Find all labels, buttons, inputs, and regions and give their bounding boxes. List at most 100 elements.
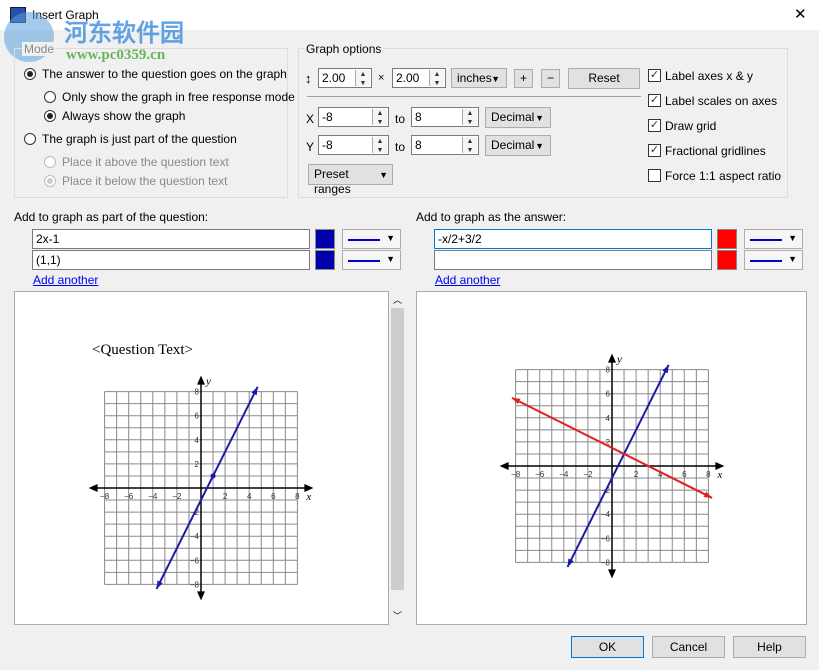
unit-value: inches [457, 71, 492, 85]
height-field[interactable]: 2.00 ▲ ▼ [392, 68, 446, 88]
question-preview-panel: <Question Text> xy−8−8−6−6−4−4−2−2224466… [14, 291, 389, 625]
answer-expression-field[interactable]: -x/2+3/2 [434, 229, 712, 249]
scroll-thumb[interactable] [391, 308, 404, 590]
line-style-preview [750, 239, 782, 241]
question-expression-field[interactable]: (1,1) [32, 250, 310, 270]
radio-label[interactable]: The answer to the question goes on the g… [42, 67, 287, 81]
y-tick-label: 4 [606, 414, 611, 423]
y-to-stepper[interactable]: ▲ ▼ [462, 137, 477, 154]
x-tick-label: −2 [583, 470, 593, 479]
x-range-label: X [306, 112, 315, 126]
radio-label: Place it above the question text [62, 155, 229, 169]
radio-button[interactable] [24, 68, 36, 80]
cancel-button[interactable]: Cancel [652, 636, 725, 658]
checkbox[interactable]: ✓ [648, 119, 661, 132]
x-tick-label: −4 [559, 470, 569, 479]
y-from-stepper[interactable]: ▲ ▼ [372, 137, 387, 154]
y-format-dropdown[interactable]: Decimal ▼ [485, 135, 551, 156]
checkbox-label[interactable]: Fractional gridlines [665, 144, 766, 158]
scrollbar[interactable]: ︿ ﹀ [390, 291, 405, 625]
ok-button[interactable]: OK [571, 636, 644, 658]
y-format-value: Decimal [491, 138, 535, 152]
x-from-value: -8 [322, 110, 333, 124]
x-tick-label: −8 [100, 492, 110, 501]
color-swatch[interactable] [717, 250, 737, 270]
x-tick-label: 6 [271, 492, 276, 501]
line-style-preview [348, 260, 380, 262]
color-swatch[interactable] [717, 229, 737, 249]
x-tick-label: 2 [634, 470, 639, 479]
y-tick-label: −4 [601, 510, 611, 519]
answer-add-another-link[interactable]: Add another [435, 273, 500, 287]
checkbox-label[interactable]: Label axes x & y [665, 69, 753, 83]
radio-label[interactable]: Only show the graph in free response mod… [62, 90, 295, 104]
chevron-down-icon: ▼ [386, 254, 395, 264]
checkbox[interactable]: ✓ [648, 144, 661, 157]
x-from-field[interactable]: -8 ▲ ▼ [318, 107, 389, 127]
color-swatch[interactable] [315, 250, 335, 270]
x-tick-label: −6 [124, 492, 134, 501]
x-from-stepper[interactable]: ▲ ▼ [372, 109, 387, 126]
checkbox[interactable]: ✓ [648, 94, 661, 107]
preset-ranges-value: Preset ranges [314, 167, 351, 196]
x-tick-label: 8 [295, 492, 300, 501]
watermark-text: 河东软件园 [64, 19, 184, 47]
x-to-field[interactable]: 8 ▲ ▼ [411, 107, 479, 127]
x-to-label: to [395, 112, 406, 126]
height-stepper[interactable]: ▲ ▼ [429, 70, 444, 87]
scroll-up-icon[interactable]: ︿ [393, 293, 402, 306]
mode-legend: Mode [22, 42, 57, 56]
chevron-down-icon: ▼ [535, 141, 544, 151]
zoom-in-button[interactable]: + [514, 69, 533, 88]
x-axis-label: x [716, 469, 722, 481]
color-swatch[interactable] [315, 229, 335, 249]
x-tick-label: 6 [682, 470, 687, 479]
chevron-down-icon: ▼ [788, 254, 797, 264]
chevron-down-icon: ▼ [535, 113, 544, 123]
y-tick-label: 8 [195, 388, 200, 397]
reset-button[interactable]: Reset [568, 68, 640, 89]
y-to-field[interactable]: 8 ▲ ▼ [411, 135, 479, 155]
y-from-field[interactable]: -8 ▲ ▼ [318, 135, 389, 155]
y-tick-label: −8 [601, 558, 611, 567]
width-field[interactable]: 2.00 ▲ ▼ [318, 68, 372, 88]
radio-button[interactable] [44, 110, 56, 122]
line-style-dropdown[interactable]: ▼ [342, 250, 401, 270]
checkbox[interactable]: ✓ [648, 69, 661, 82]
y-range-label: Y [306, 140, 315, 154]
unit-dropdown[interactable]: inches ▼ [451, 68, 507, 88]
x-tick-label: 4 [247, 492, 252, 501]
x-to-stepper[interactable]: ▲ ▼ [462, 109, 477, 126]
series-arrow [511, 397, 521, 405]
radio-button [44, 156, 56, 168]
x-format-dropdown[interactable]: Decimal ▼ [485, 107, 551, 128]
radio-label[interactable]: The graph is just part of the question [42, 132, 237, 146]
height-value: 2.00 [396, 71, 420, 85]
checkbox-label[interactable]: Force 1:1 aspect ratio [665, 169, 781, 183]
question-add-another-link[interactable]: Add another [33, 273, 98, 287]
y-axis-label: y [205, 376, 211, 388]
answer-expression-field[interactable] [434, 250, 712, 270]
zoom-out-button[interactable]: − [541, 69, 560, 88]
x-tick-label: 8 [706, 470, 711, 479]
y-tick-label: −8 [190, 580, 200, 589]
line-style-dropdown[interactable]: ▼ [744, 229, 803, 249]
checkbox-label[interactable]: Draw grid [665, 119, 716, 133]
preset-ranges-dropdown[interactable]: Preset ranges ▼ [308, 164, 393, 196]
radio-button[interactable] [44, 91, 56, 103]
line-style-dropdown[interactable]: ▼ [342, 229, 401, 249]
x-axis-label: x [305, 491, 311, 503]
radio-label[interactable]: Always show the graph [62, 109, 185, 123]
checkbox-label[interactable]: Label scales on axes [665, 94, 777, 108]
y-from-value: -8 [322, 138, 333, 152]
y-tick-label: 2 [195, 460, 200, 469]
close-button[interactable]: ✕ [794, 5, 807, 23]
x-tick-label: −8 [511, 470, 521, 479]
help-button[interactable]: Help [733, 636, 806, 658]
radio-button[interactable] [24, 133, 36, 145]
line-style-dropdown[interactable]: ▼ [744, 250, 803, 270]
width-stepper[interactable]: ▲ ▼ [355, 70, 370, 87]
scroll-down-icon[interactable]: ﹀ [393, 609, 402, 622]
checkbox[interactable] [648, 169, 661, 182]
question-expression-field[interactable]: 2x-1 [32, 229, 310, 249]
